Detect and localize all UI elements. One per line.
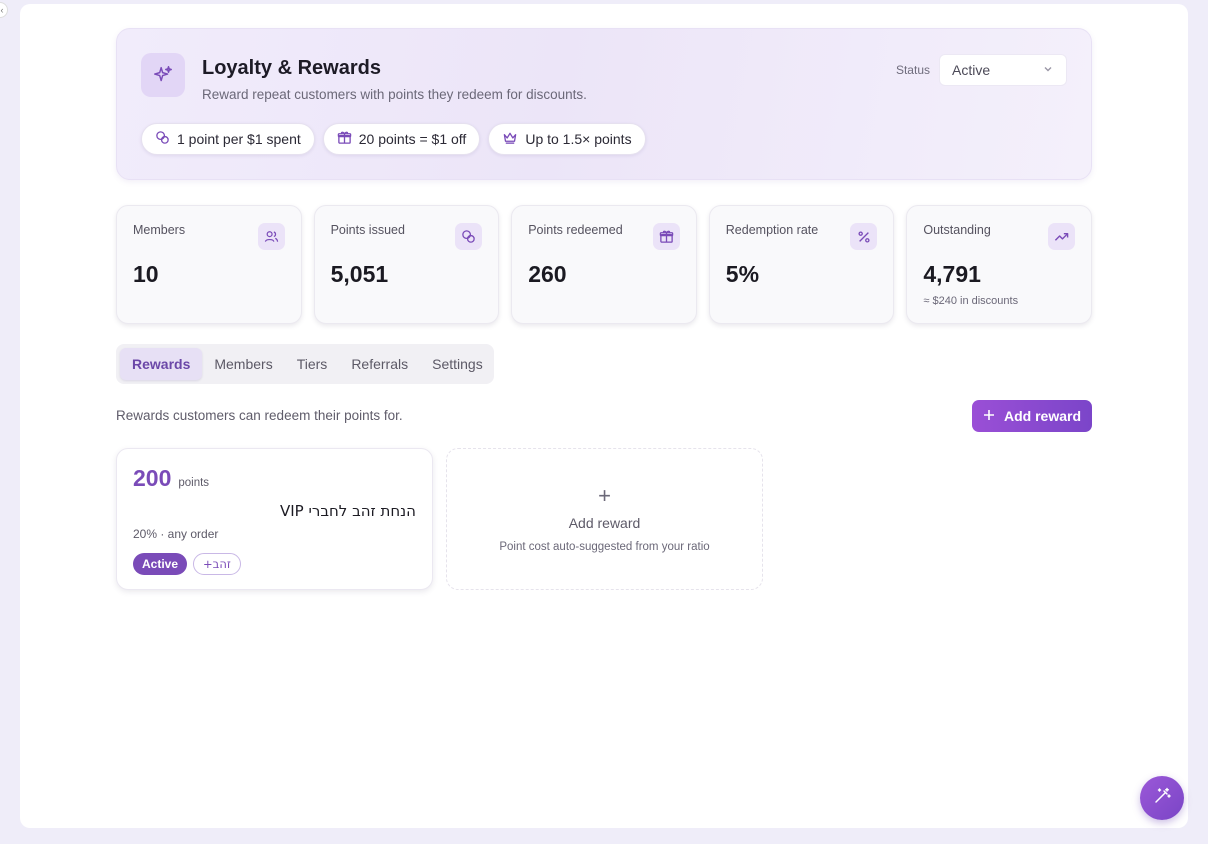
reward-points-value: 200 [133,465,172,491]
stat-label: Members [133,223,186,237]
users-icon [257,223,285,250]
stats-row: Members 10 Points issued 5,051 Points re… [116,205,1092,324]
main-panel: Loyalty & Rewards Reward repeat customer… [20,4,1188,828]
chip-earn-rate: 1 point per $1 spent [141,123,315,155]
add-reward-card-subtitle: Point cost auto-suggested from your rati… [499,541,710,553]
status-select[interactable]: Active [939,54,1067,86]
stat-card-points-redeemed: Points redeemed 260 [511,205,697,324]
stat-value: 5% [725,261,760,287]
stat-value: 4,791 [923,261,981,287]
reward-card[interactable]: 200 points הנחת זהב לחברי VIP 20% · any … [116,448,433,590]
add-reward-button[interactable]: Add reward [972,400,1092,432]
chip-redeem-rate: 20 points = $1 off [322,123,481,155]
page-subtitle: Reward repeat customers with points they… [202,87,587,102]
stat-value: 10 [133,261,159,287]
stat-value: 5,051 [330,261,389,287]
tab-referrals[interactable]: Referrals [339,348,420,380]
program-summary-chips: 1 point per $1 spent 20 points = $1 off … [141,123,646,155]
stat-label: Outstanding [923,223,991,237]
coins-icon [155,130,170,148]
sparkles-icon [141,53,185,97]
reward-detail: 20% · any order [133,527,219,541]
gift-icon [652,223,680,250]
plus-icon [983,408,995,424]
stat-label: Points issued [330,223,405,237]
trending-up-icon [1047,223,1075,250]
status-label: Status [895,63,930,77]
status-badge: Active [133,553,188,575]
stat-value: 260 [528,261,567,287]
plus-icon: + [598,483,611,508]
page-title: Loyalty & Rewards [202,57,381,79]
stat-card-members: Members 10 [116,205,302,324]
magic-wand-button[interactable] [1140,776,1184,820]
stat-note: ≈ $240 in discounts [923,295,1019,307]
percent-icon [850,223,878,250]
magic-wand-icon [1153,787,1171,810]
stat-label: Points redeemed [528,223,623,237]
tier-badge: זהב+ [193,553,241,575]
tab-members[interactable]: Members [202,348,284,380]
tab-tiers[interactable]: Tiers [285,348,340,380]
reward-name: הנחת זהב לחברי VIP [280,502,416,520]
chip-label: 20 points = $1 off [358,131,467,147]
chevron-down-icon [1042,62,1054,78]
stat-card-outstanding: Outstanding 4,791 ≈ $240 in discounts [906,205,1092,324]
add-reward-card-title: Add reward [568,515,641,531]
stat-label: Redemption rate [725,223,819,237]
loyalty-tabs: Rewards Members Tiers Referrals Settings [116,344,494,384]
rewards-description: Rewards customers can redeem their point… [116,408,403,423]
reward-badges: Active זהב+ [133,553,241,575]
reward-points-unit: points [178,477,210,489]
loyalty-header-card: Loyalty & Rewards Reward repeat customer… [116,28,1092,180]
tab-rewards[interactable]: Rewards [120,348,203,380]
status-control: Status Active [896,54,1067,86]
gift-icon [337,130,352,148]
status-value: Active [952,62,991,78]
sidebar-collapse-button[interactable]: ‹ [0,2,8,18]
stat-card-points-issued: Points issued 5,051 [313,205,500,324]
chip-label: Up to 1.5× points [525,131,632,147]
chip-label: 1 point per $1 spent [177,131,301,147]
crown-icon [502,130,518,148]
tab-settings[interactable]: Settings [420,348,495,380]
stat-card-redemption-rate: Redemption rate 5% [708,205,895,324]
add-reward-card[interactable]: + Add reward Point cost auto-suggested f… [446,448,763,590]
coins-icon [455,223,483,250]
add-reward-label: Add reward [1003,408,1081,424]
loyalty-content: Loyalty & Rewards Reward repeat customer… [116,28,1092,590]
reward-points: 200 points [133,465,209,492]
chip-tier-multiplier: Up to 1.5× points [488,123,646,155]
